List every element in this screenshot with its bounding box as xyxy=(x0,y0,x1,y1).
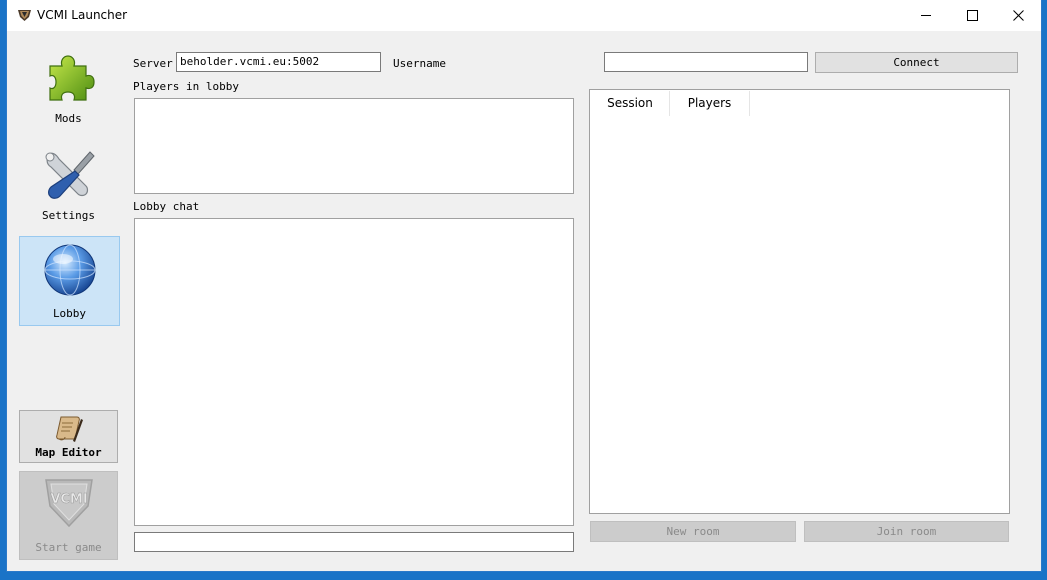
nav-lobby-label: Lobby xyxy=(52,307,87,320)
minimize-button[interactable] xyxy=(903,0,949,31)
maximize-button[interactable] xyxy=(949,0,995,31)
minimize-icon xyxy=(920,15,931,16)
username-label: Username xyxy=(393,57,446,70)
sessions-table-header: Session Players xyxy=(591,91,750,116)
column-players[interactable]: Players xyxy=(670,91,750,116)
players-in-lobby-label: Players in lobby xyxy=(133,80,239,93)
sessions-table[interactable]: Session Players xyxy=(589,89,1010,514)
nav-mods-label: Mods xyxy=(55,112,82,125)
nav-mods-button[interactable]: Mods xyxy=(19,48,118,132)
server-label: Server xyxy=(133,57,173,70)
start-game-button[interactable]: VCMI Start game xyxy=(19,471,118,560)
close-icon xyxy=(1012,10,1024,21)
title-bar: VCMI Launcher xyxy=(7,0,1041,31)
svg-text:VCMI: VCMI xyxy=(50,492,87,507)
lobby-chat-log[interactable] xyxy=(134,218,574,526)
nav-lobby-button[interactable]: Lobby xyxy=(19,236,120,326)
new-room-button[interactable]: New room xyxy=(590,521,796,542)
connect-button[interactable]: Connect xyxy=(815,52,1018,73)
chat-input[interactable] xyxy=(134,532,574,552)
server-input[interactable]: beholder.vcmi.eu:5002 xyxy=(176,52,381,72)
wrench-screwdriver-icon xyxy=(45,151,95,199)
map-editor-button[interactable]: Map Editor xyxy=(19,410,118,463)
column-session[interactable]: Session xyxy=(591,91,670,116)
window-title: VCMI Launcher xyxy=(37,8,128,22)
puzzle-icon xyxy=(49,55,95,101)
nav-settings-label: Settings xyxy=(42,209,95,222)
map-editor-label: Map Editor xyxy=(35,446,102,459)
close-button[interactable] xyxy=(995,0,1041,31)
globe-icon xyxy=(44,244,96,296)
app-icon xyxy=(17,8,32,22)
maximize-icon xyxy=(966,10,978,21)
username-input[interactable] xyxy=(604,52,808,72)
join-room-button[interactable]: Join room xyxy=(804,521,1009,542)
launcher-window: VCMI Launcher Mods Settings Lobby Map Ed… xyxy=(7,0,1041,571)
players-list[interactable] xyxy=(134,98,574,194)
nav-settings-button[interactable]: Settings xyxy=(19,146,118,230)
scroll-quill-icon xyxy=(56,416,83,442)
start-game-label: Start game xyxy=(35,541,102,554)
vcmi-shield-icon: VCMI xyxy=(45,479,93,528)
lobby-chat-label: Lobby chat xyxy=(133,200,200,213)
